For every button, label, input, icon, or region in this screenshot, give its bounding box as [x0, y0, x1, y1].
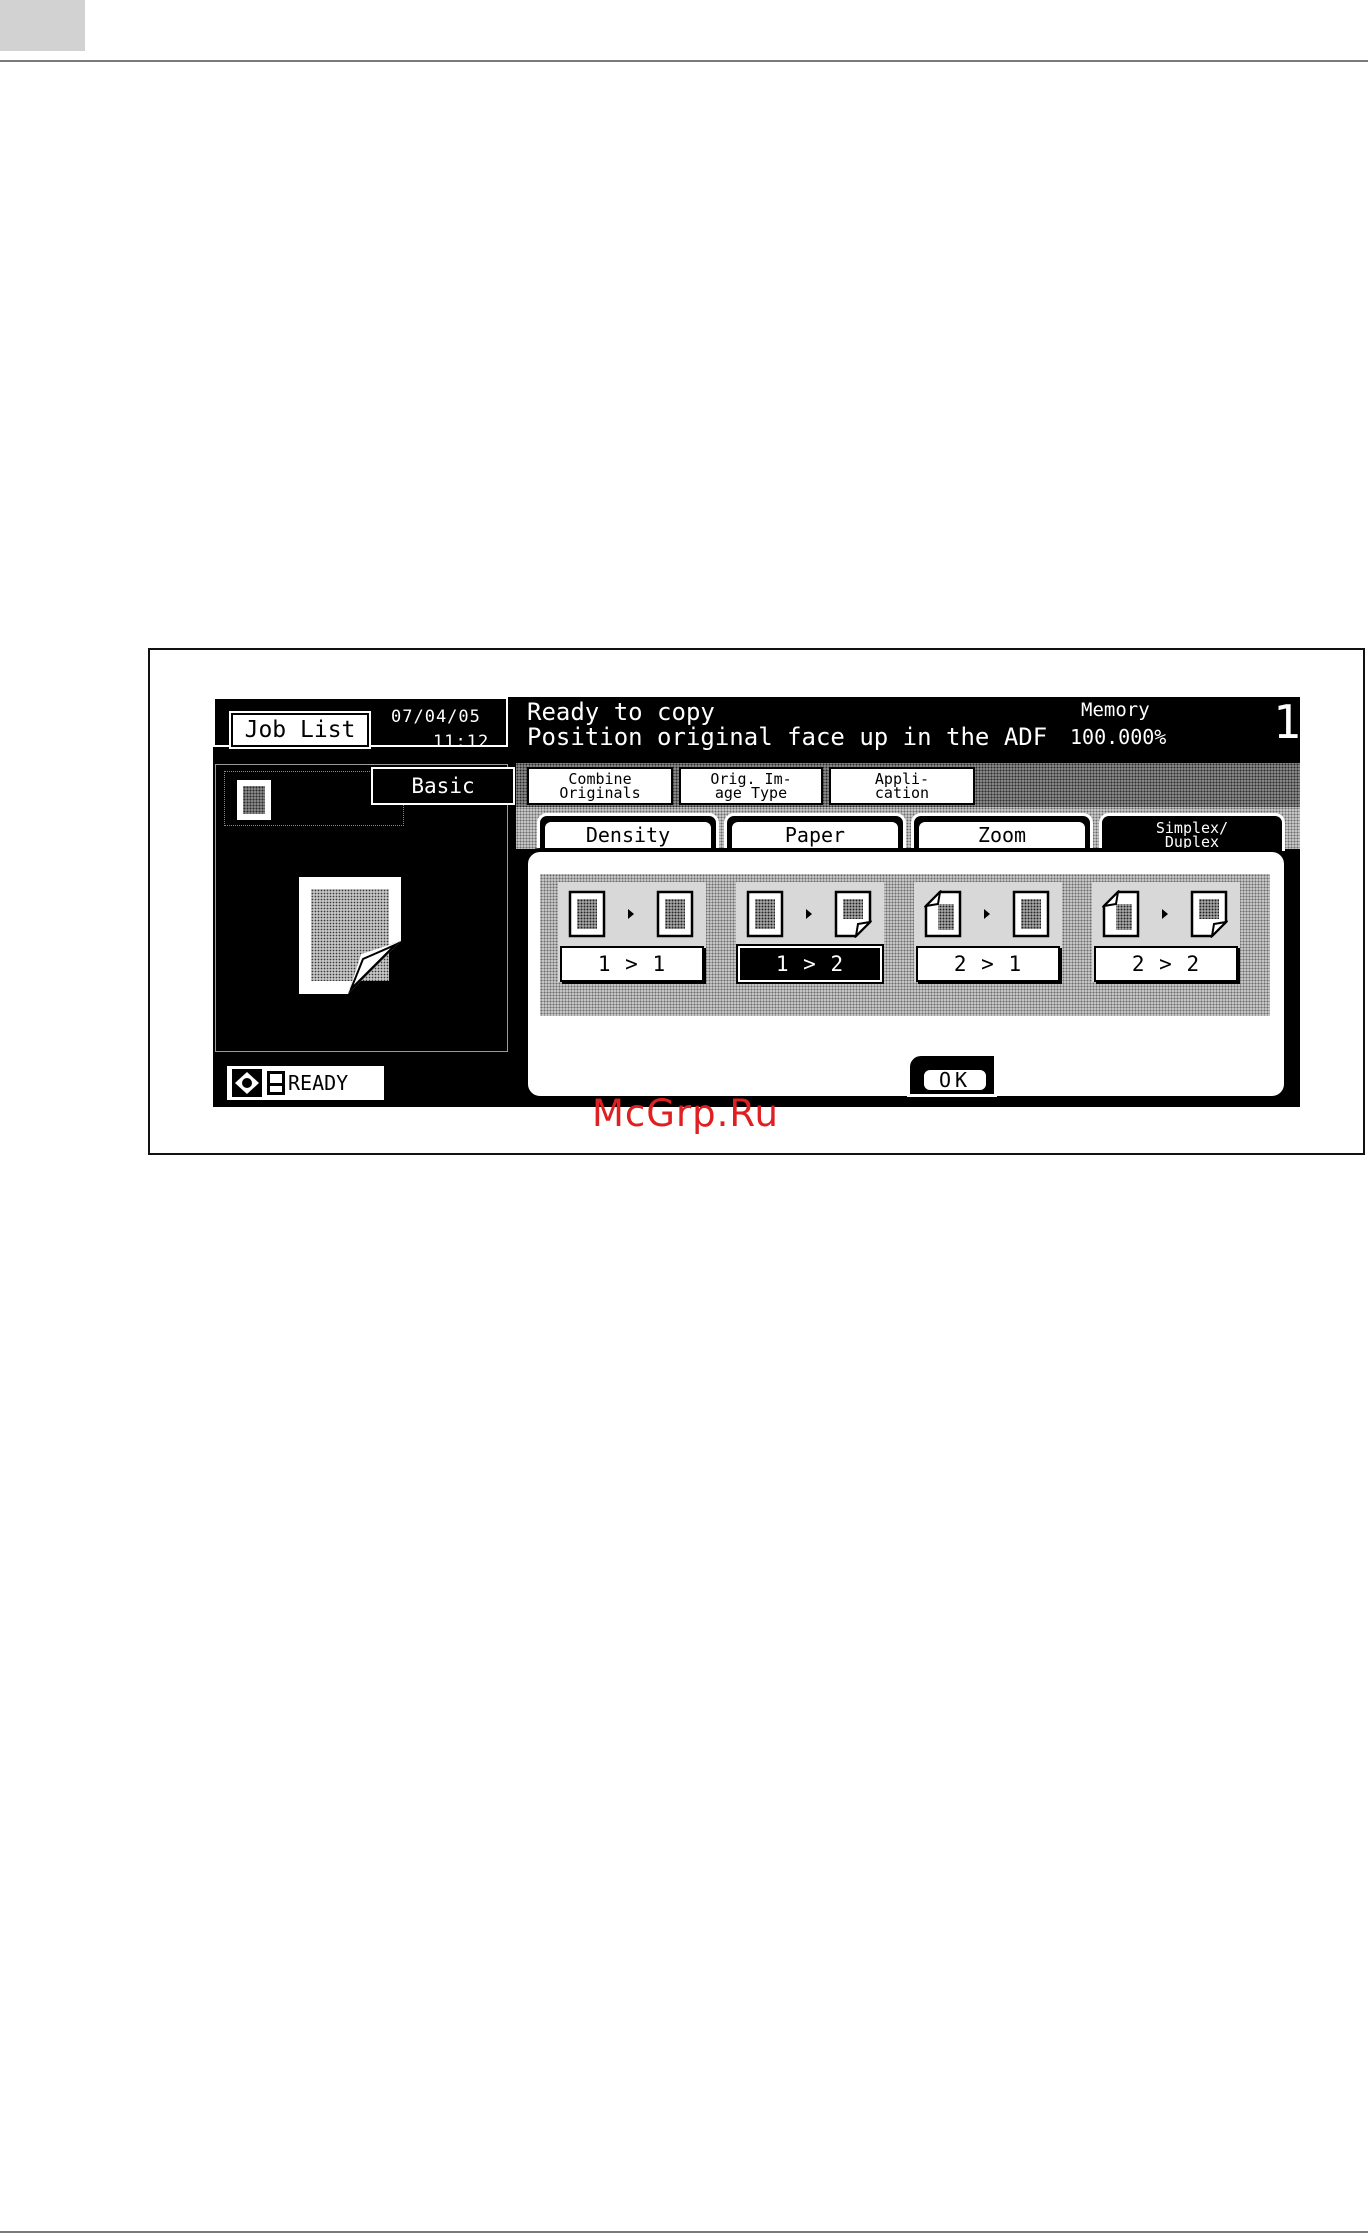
duplex-preview-icon — [299, 877, 401, 994]
time-display: 11:12 — [433, 732, 490, 752]
job-list-area: Job List 07/04/05 11:12 — [213, 697, 508, 752]
subtab-simplex-duplex-label: Simplex/ Duplex — [1107, 820, 1277, 849]
tab-original-image-type[interactable]: Orig. Im- age Type — [679, 767, 823, 805]
subtab-zoom[interactable]: Zoom — [911, 813, 1093, 851]
memory-label: Memory — [1081, 699, 1150, 721]
simplex-duplex-panel: 1 > 1 1 > 2 2 > 1 2 > 2 — [524, 848, 1288, 1100]
printer-icon — [267, 1071, 285, 1095]
header-rule — [0, 60, 1368, 62]
option-1-to-1: 1 > 1 — [558, 882, 706, 982]
option-1-to-2: 1 > 2 — [736, 882, 884, 984]
machine-status-bar: READY — [227, 1066, 384, 1100]
service-icon — [232, 1069, 262, 1097]
option-1-to-2-button[interactable]: 1 > 2 — [736, 944, 884, 984]
ok-button-frame: OK — [907, 1053, 997, 1097]
tab-application[interactable]: Appli- cation — [829, 767, 975, 805]
tab-basic[interactable]: Basic — [371, 767, 515, 805]
copier-control-panel: Job List 07/04/05 11:12 READY Ready to c… — [213, 697, 1300, 1107]
duplex-to-duplex-icon — [1102, 890, 1228, 938]
copy-count: 1 — [1273, 697, 1300, 749]
page-corner-tab — [0, 0, 85, 51]
status-text: READY — [288, 1071, 349, 1095]
memory-value: 100.000% — [1070, 725, 1167, 749]
mini-sheet-icon — [237, 780, 271, 820]
subtab-simplex-duplex[interactable]: Simplex/ Duplex — [1099, 813, 1285, 851]
option-1-to-1-button[interactable]: 1 > 1 — [560, 946, 704, 982]
date-display: 07/04/05 — [391, 707, 481, 727]
subtab-zoom-label: Zoom — [919, 821, 1085, 848]
subtab-density[interactable]: Density — [537, 813, 719, 851]
simplex-to-duplex-icon — [746, 890, 872, 938]
simplex-to-simplex-icon — [568, 890, 694, 938]
instruction-message: Position original face up in the ADF — [527, 723, 1048, 751]
preview-panel — [215, 764, 508, 1052]
subtab-density-label: Density — [545, 821, 711, 848]
tab-combine-originals[interactable]: Combine Originals — [527, 767, 673, 805]
subtab-paper-label: Paper — [732, 821, 898, 848]
option-2-to-2-button[interactable]: 2 > 2 — [1094, 946, 1238, 982]
job-list-button[interactable]: Job List — [229, 711, 371, 749]
watermark: McGrp.Ru — [592, 1092, 779, 1135]
status-message: Ready to copy — [527, 698, 715, 726]
ok-button[interactable]: OK — [922, 1068, 988, 1092]
option-2-to-1: 2 > 1 — [914, 882, 1062, 982]
option-2-to-1-button[interactable]: 2 > 1 — [916, 946, 1060, 982]
option-2-to-2: 2 > 2 — [1092, 882, 1240, 982]
subtab-paper[interactable]: Paper — [724, 813, 906, 851]
footer-rule — [0, 2231, 1368, 2233]
duplex-to-simplex-icon — [924, 890, 1050, 938]
